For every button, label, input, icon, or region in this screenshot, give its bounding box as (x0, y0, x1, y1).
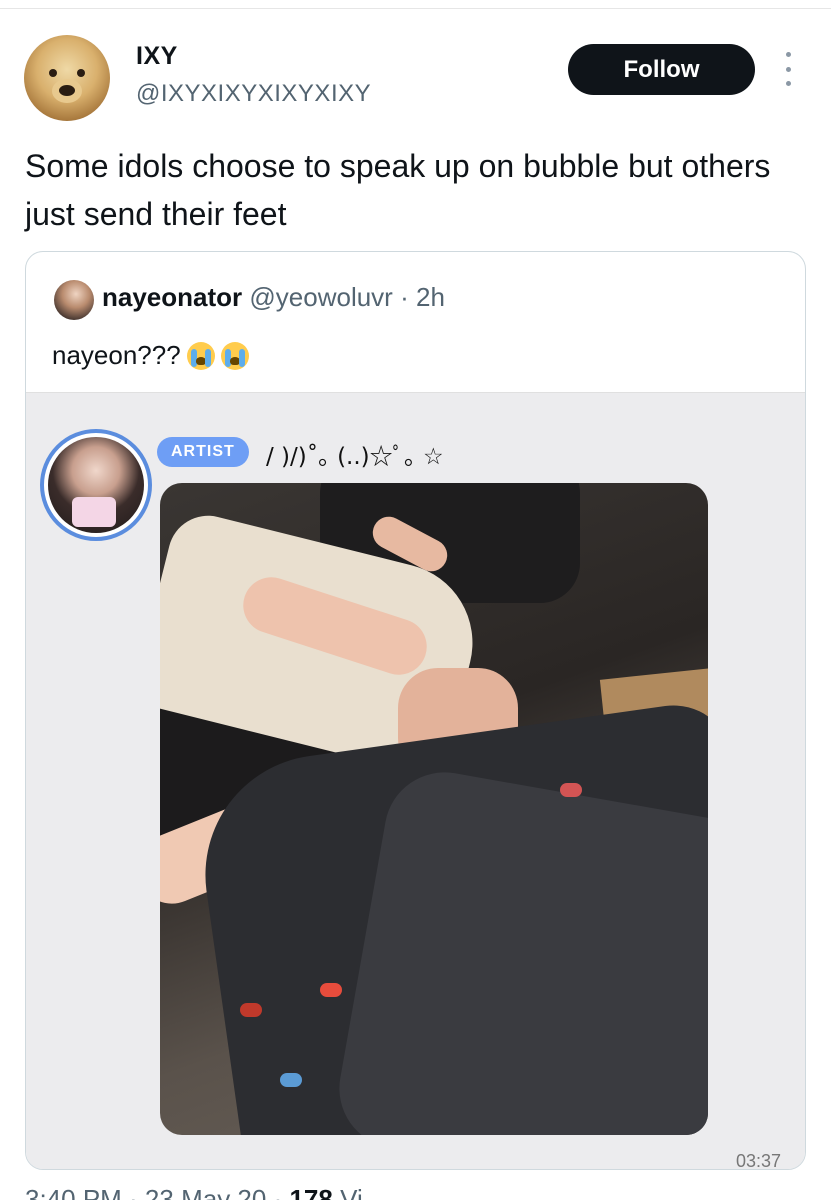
photo-patch (240, 1003, 262, 1017)
views-label: Vi (340, 1184, 363, 1200)
loudly-crying-face-icon (186, 341, 215, 370)
quote-text: nayeon??? (52, 340, 181, 370)
quote-text-row: nayeon??? (52, 340, 249, 371)
cake-image (72, 497, 116, 527)
quote-time[interactable]: 2h (416, 282, 445, 312)
dog-avatar-icon (49, 69, 57, 77)
photo-jeans-fold (329, 762, 708, 1135)
loudly-crying-face-icon (220, 341, 249, 370)
tweet-text: Some idols choose to speak up on bubble … (25, 148, 771, 232)
artist-name: / )/)˚｡ (..)☆ﾟ｡ ☆ (266, 444, 444, 470)
bubble-screenshot[interactable]: ARTIST / )/)˚｡ (..)☆ﾟ｡ ☆ 03:37 (26, 392, 805, 1170)
quoted-tweet-card[interactable]: nayeonator @yeowoluvr · 2h nayeon??? ART… (25, 251, 806, 1170)
follow-button[interactable]: Follow (568, 44, 755, 95)
tweet-footer: 3:40 PM · 23 May 20 · 178 Vi (25, 1184, 363, 1200)
author-handle[interactable]: @IXYXIXYXIXYXIXY (136, 80, 371, 108)
top-divider (0, 8, 831, 9)
quote-author-handle[interactable]: @yeowoluvr (249, 282, 392, 312)
author-avatar[interactable] (24, 35, 110, 121)
photo-patch (280, 1073, 302, 1087)
quote-author-avatar[interactable] (54, 280, 94, 320)
artist-avatar (40, 429, 152, 541)
quote-author-name[interactable]: nayeonator (102, 282, 242, 312)
bubble-timestamp: 03:37 (736, 1151, 782, 1170)
avatar-eye (77, 69, 85, 77)
feet-photo[interactable] (160, 483, 708, 1135)
photo-patch (320, 983, 342, 997)
views-count: 178 (289, 1184, 333, 1200)
quote-separator: · (400, 282, 409, 312)
tweet-time-date[interactable]: 3:40 PM · 23 May 20 (25, 1184, 266, 1200)
photo-patch (560, 783, 582, 797)
artist-badge: ARTIST (157, 437, 249, 467)
author-display-name[interactable]: IXY (136, 42, 178, 71)
avatar-nose (59, 85, 75, 96)
quote-header: nayeonator @yeowoluvr · 2h (102, 282, 445, 313)
more-options-icon[interactable] (778, 52, 798, 86)
